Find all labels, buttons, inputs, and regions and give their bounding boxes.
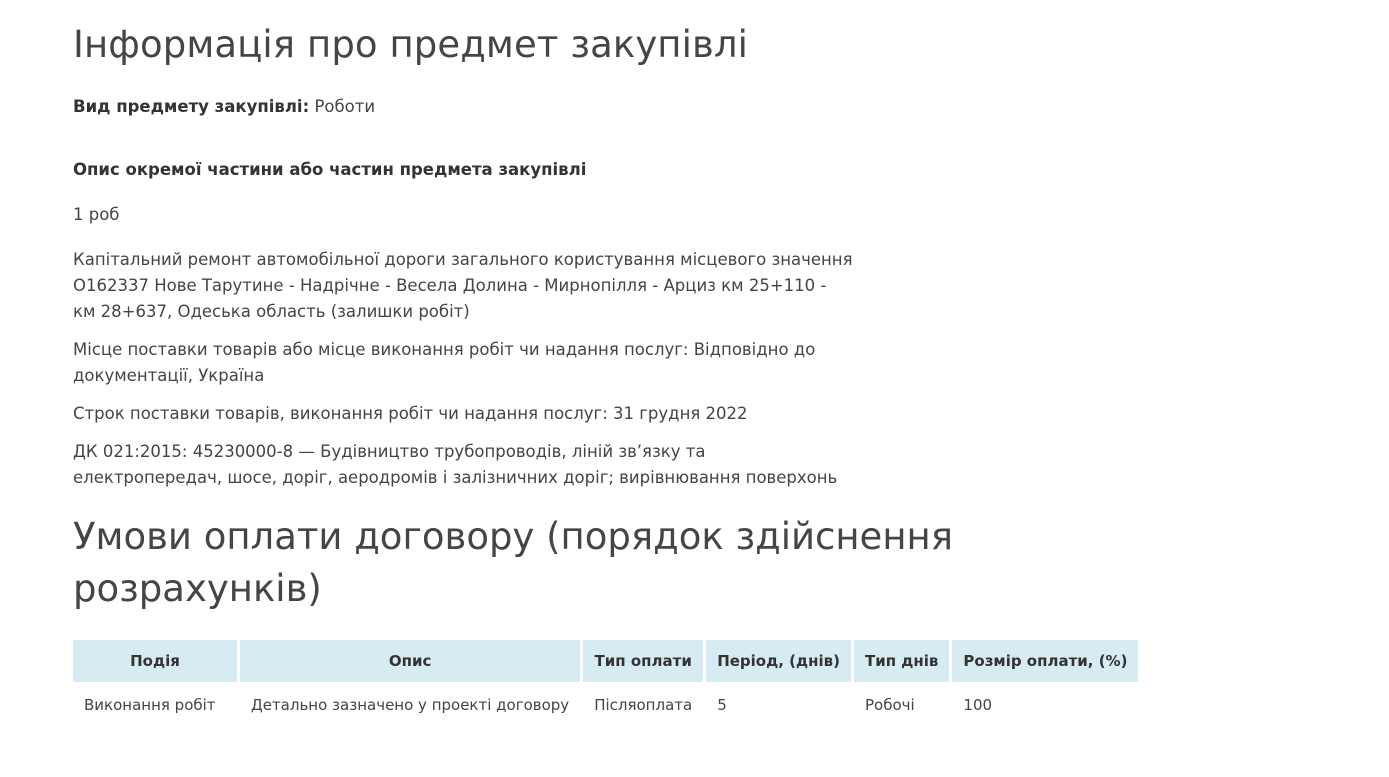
delivery-term: Строк поставки товарів, виконання робіт … xyxy=(73,404,748,423)
classifier-code: ДК 021:2015: 45230000-8 — Будівництво тр… xyxy=(73,442,838,487)
column-header-day-type: Тип днів xyxy=(853,640,953,682)
delivery-place: Місце поставки товарів або місце виконан… xyxy=(73,340,816,385)
table-header-row: Подія Опис Тип оплати Період, (днів) Тип… xyxy=(73,640,1139,682)
procurement-kind-label: Вид предмету закупівлі: xyxy=(73,97,310,116)
cell-payment-size: 100 xyxy=(952,682,1139,728)
column-header-event: Подія xyxy=(73,640,240,682)
procurement-kind: Вид предмету закупівлі: Роботи xyxy=(73,95,375,119)
lot-section-title: Опис окремої частини або частин предмета… xyxy=(73,160,587,179)
column-header-payment-size: Розмір оплати, (%) xyxy=(952,640,1139,682)
column-header-description: Опис xyxy=(240,640,584,682)
payment-terms-title: Умови оплати договору (порядок здійсненн… xyxy=(73,515,953,610)
procurement-kind-value: Роботи xyxy=(314,97,376,116)
page: Інформація про предмет закупівлі Вид пре… xyxy=(0,0,1389,777)
lot-description: Капітальний ремонт автомобільної дороги … xyxy=(73,250,853,321)
cell-period: 5 xyxy=(706,682,854,728)
table-row: Виконання робіт Детально зазначено у про… xyxy=(73,682,1139,728)
page-title: Інформація про предмет закупівлі xyxy=(73,23,749,66)
cell-event: Виконання робіт xyxy=(73,682,240,728)
payment-terms-table: Подія Опис Тип оплати Період, (днів) Тип… xyxy=(73,640,1139,728)
lot-quantity: 1 роб xyxy=(73,205,120,224)
cell-description: Детально зазначено у проекті договору xyxy=(240,682,584,728)
column-header-period: Період, (днів) xyxy=(706,640,854,682)
cell-payment-type: Післяоплата xyxy=(583,682,707,728)
column-header-payment-type: Тип оплати xyxy=(583,640,707,682)
cell-day-type: Робочі xyxy=(854,682,953,728)
